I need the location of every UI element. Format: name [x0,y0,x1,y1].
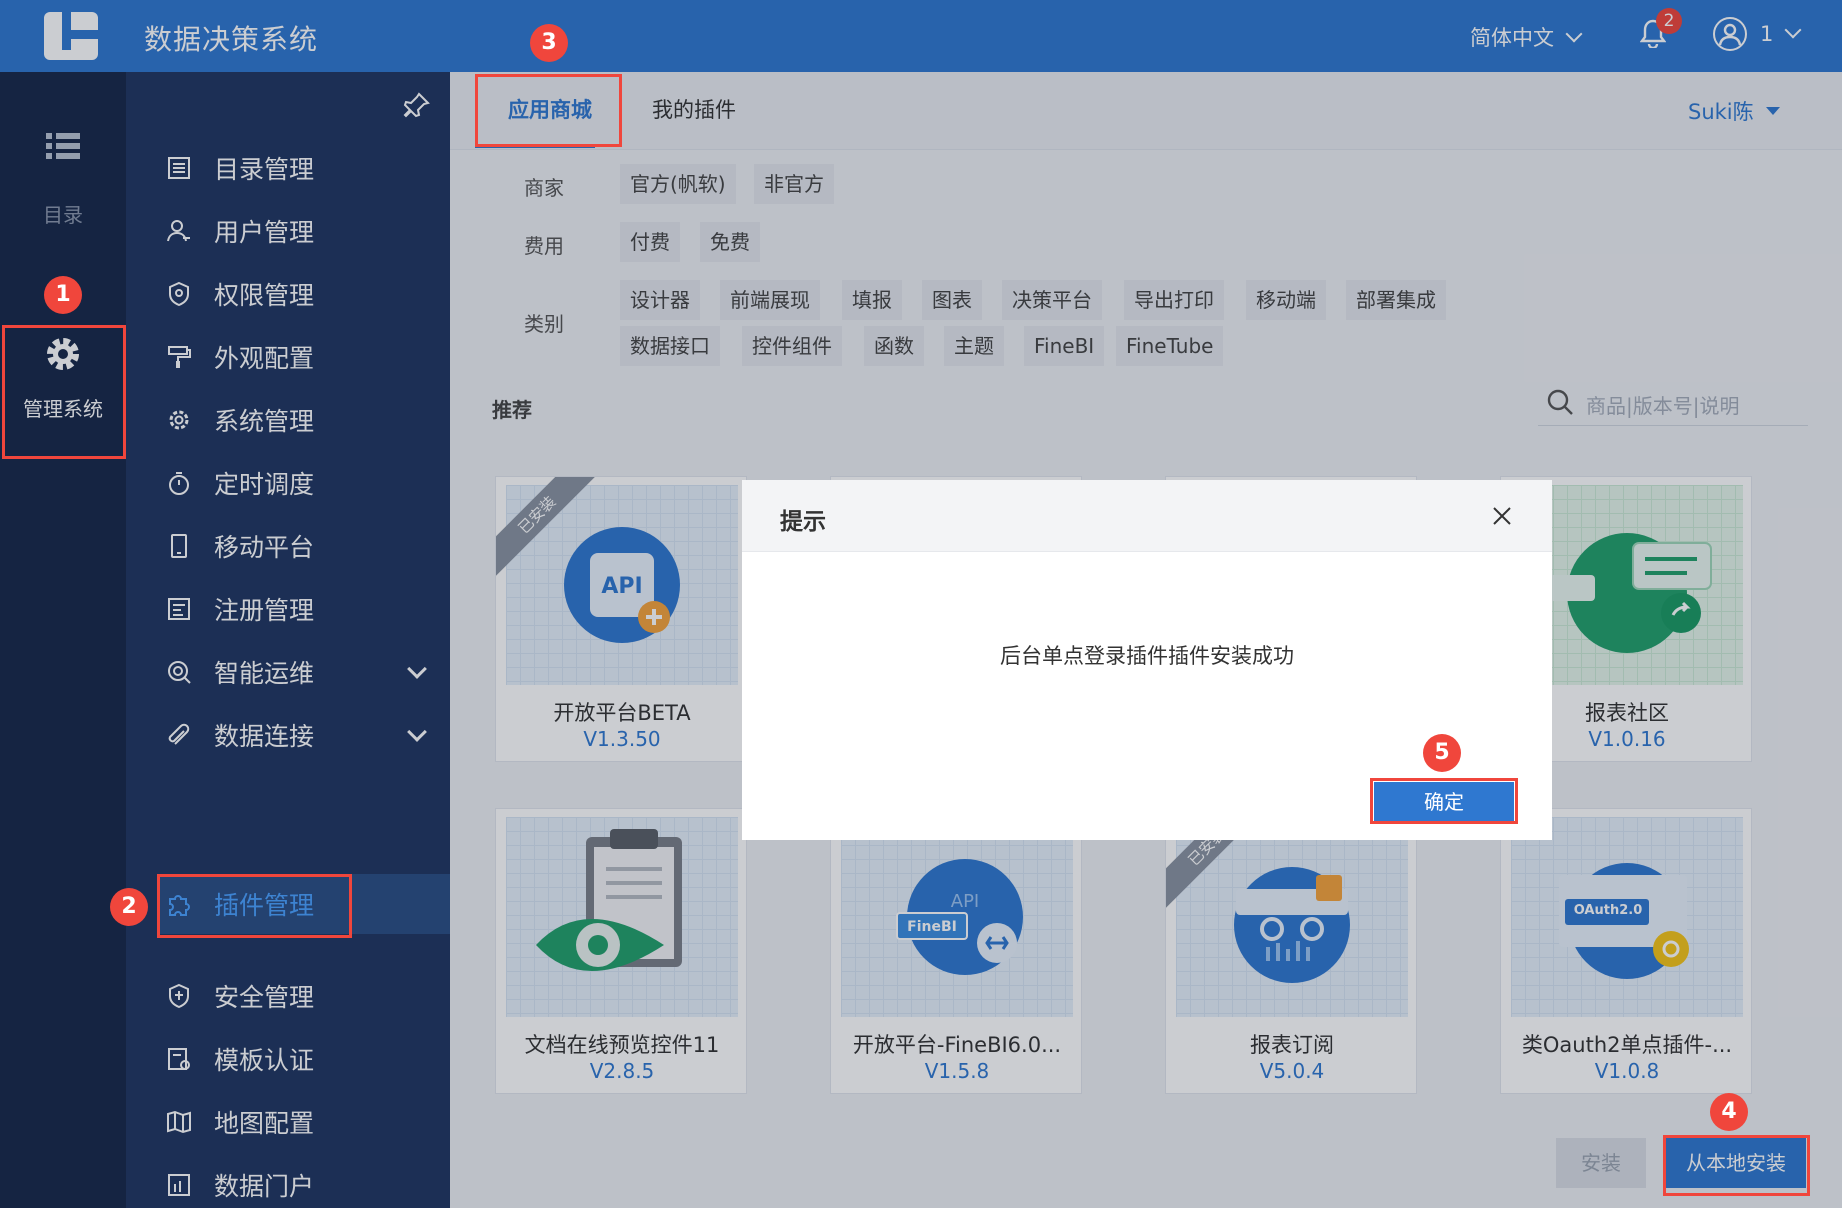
highlight-box-plugins [157,874,352,938]
highlight-box-store-tab [475,74,622,147]
close-icon[interactable] [1490,504,1514,528]
callout-5: 5 [1423,734,1461,772]
callout-4: 4 [1710,1093,1748,1131]
callout-1: 1 [44,276,82,314]
highlight-box-local-install [1663,1135,1810,1196]
dialog-message: 后台单点登录插件插件安装成功 [1000,644,1294,668]
highlight-box-confirm [1370,778,1518,824]
dialog-title: 提示 [780,509,826,535]
highlight-box-admin [2,325,126,459]
callout-2: 2 [110,888,148,926]
dialog-header: 提示 [742,480,1552,552]
callout-3: 3 [530,24,568,62]
